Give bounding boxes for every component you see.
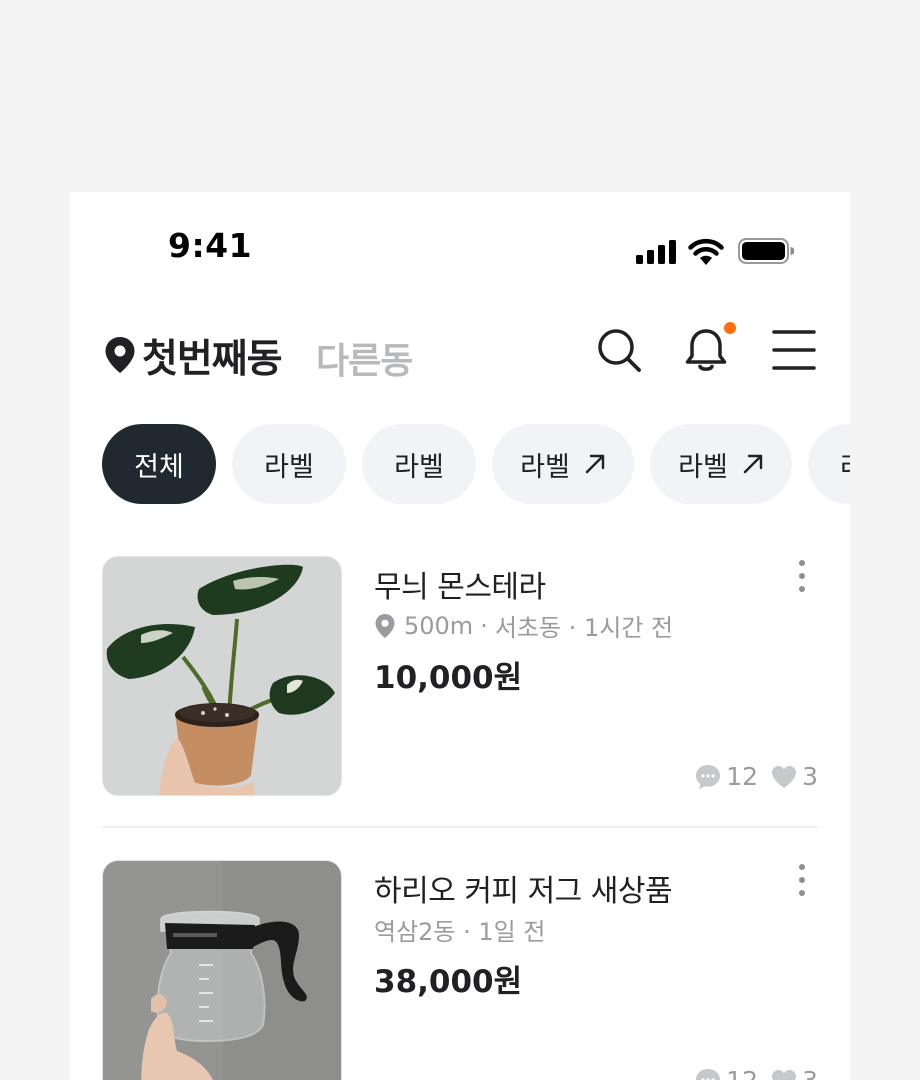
item-counts: 12 3 — [694, 1066, 818, 1080]
chat-count: 12 — [726, 762, 759, 791]
notification-dot — [724, 322, 736, 334]
item-title: 하리오 커피 저그 새상품 — [374, 874, 673, 909]
current-location-title[interactable]: 첫번째동 — [142, 328, 283, 384]
list-divider — [102, 826, 818, 828]
meta-separator: · — [480, 611, 488, 640]
product-image — [102, 860, 342, 1080]
item-distance: 500m — [404, 611, 474, 640]
chat-bubble-icon — [696, 1068, 721, 1080]
item-location-time: 서초동 · 1시간 전 — [494, 614, 674, 642]
battery-icon — [738, 238, 794, 264]
heart-icon — [772, 1069, 797, 1080]
item-location-time: 역삼2동 · 1일 전 — [374, 918, 546, 946]
chip-label: 라벨 — [678, 451, 728, 483]
cellular-signal-icon — [636, 240, 676, 264]
list-item[interactable]: 무늬 몬스테라 500m · 서초동 · 1시간 전 10,000원 12 3 — [102, 556, 818, 796]
item-counts: 12 3 — [694, 762, 818, 791]
chip-label-1[interactable]: 라벨 — [232, 424, 346, 504]
menu-icon[interactable] — [770, 326, 818, 374]
search-icon[interactable] — [595, 326, 643, 374]
location-pin-icon — [105, 337, 135, 373]
chat-bubble-icon — [696, 764, 721, 789]
chip-label: 전체 — [134, 451, 184, 483]
chip-label: 라벨 — [520, 451, 570, 483]
wifi-icon — [688, 238, 724, 265]
chip-label: 라 — [840, 445, 850, 484]
item-title: 무늬 몬스테라 — [374, 570, 546, 605]
chip-all[interactable]: 전체 — [102, 424, 216, 504]
chip-label: 라벨 — [264, 451, 314, 483]
more-options-icon[interactable] — [792, 558, 812, 594]
external-arrow-icon — [585, 454, 605, 474]
product-image — [102, 556, 342, 796]
more-options-icon[interactable] — [792, 862, 812, 898]
chip-label-5[interactable]: 라 — [808, 424, 850, 504]
list-item[interactable]: 하리오 커피 저그 새상품 역삼2동 · 1일 전 38,000원 12 3 — [102, 860, 818, 1080]
item-price: 10,000원 — [374, 660, 523, 696]
chip-label-3[interactable]: 라벨 — [492, 424, 634, 504]
chip-label: 라벨 — [394, 451, 444, 483]
like-count: 3 — [802, 762, 818, 791]
other-location-tab[interactable]: 다른동 — [316, 332, 413, 384]
chat-count: 12 — [726, 1066, 758, 1080]
item-price: 38,000원 — [374, 964, 523, 1000]
heart-icon — [772, 765, 797, 788]
item-meta: 500m · 서초동 · 1시간 전 — [374, 608, 673, 643]
chip-label-4[interactable]: 라벨 — [650, 424, 792, 504]
app-screen: 9:41 첫번째동 다른동 전체 라벨 라벨 라벨 라벨 무늬 몬스테라 500… — [70, 192, 850, 1080]
chip-label-2[interactable]: 라벨 — [362, 424, 476, 504]
location-pin-icon — [375, 613, 395, 638]
external-arrow-icon — [743, 454, 763, 474]
item-meta: 역삼2동 · 1일 전 — [374, 912, 545, 947]
bell-icon[interactable] — [682, 326, 730, 374]
like-count: 3 — [802, 1066, 818, 1080]
status-time: 9:41 — [168, 226, 253, 265]
